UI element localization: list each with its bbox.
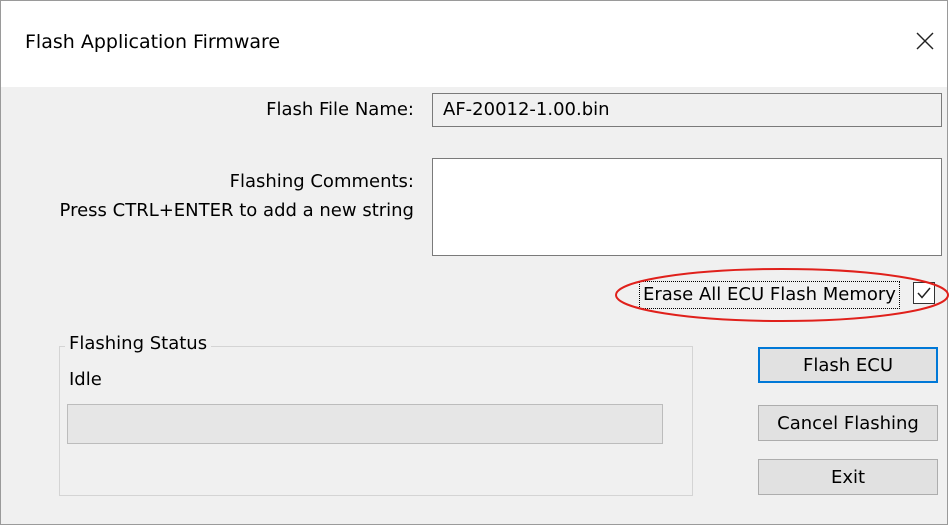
file-name-label: Flash File Name: xyxy=(266,99,414,120)
comments-textarea[interactable] xyxy=(432,158,942,256)
erase-flash-checkbox[interactable] xyxy=(913,282,935,304)
checkmark-icon xyxy=(917,287,931,299)
comments-label-line1: Flashing Comments: xyxy=(229,171,414,192)
title-bar[interactable]: Flash Application Firmware xyxy=(1,1,947,87)
cancel-flashing-button[interactable]: Cancel Flashing xyxy=(758,405,938,441)
flash-progress-bar xyxy=(67,404,663,444)
comments-label-hint: Press CTRL+ENTER to add a new string xyxy=(59,200,414,221)
erase-flash-label[interactable]: Erase All ECU Flash Memory xyxy=(639,281,900,309)
close-icon xyxy=(916,32,934,50)
flashing-status-title: Flashing Status xyxy=(65,333,212,354)
flash-ecu-button[interactable]: Flash ECU xyxy=(758,347,938,383)
flashing-status-text: Idle xyxy=(69,369,102,390)
window-title: Flash Application Firmware xyxy=(25,31,281,53)
comments-label: Flashing Comments: Press CTRL+ENTER to a… xyxy=(60,167,414,225)
close-button[interactable] xyxy=(911,27,939,55)
exit-button[interactable]: Exit xyxy=(758,459,938,495)
dialog-window: Flash Application Firmware Flash File Na… xyxy=(0,0,949,525)
file-name-value: AF-20012-1.00.bin xyxy=(443,99,610,120)
file-name-field[interactable]: AF-20012-1.00.bin xyxy=(432,93,942,127)
